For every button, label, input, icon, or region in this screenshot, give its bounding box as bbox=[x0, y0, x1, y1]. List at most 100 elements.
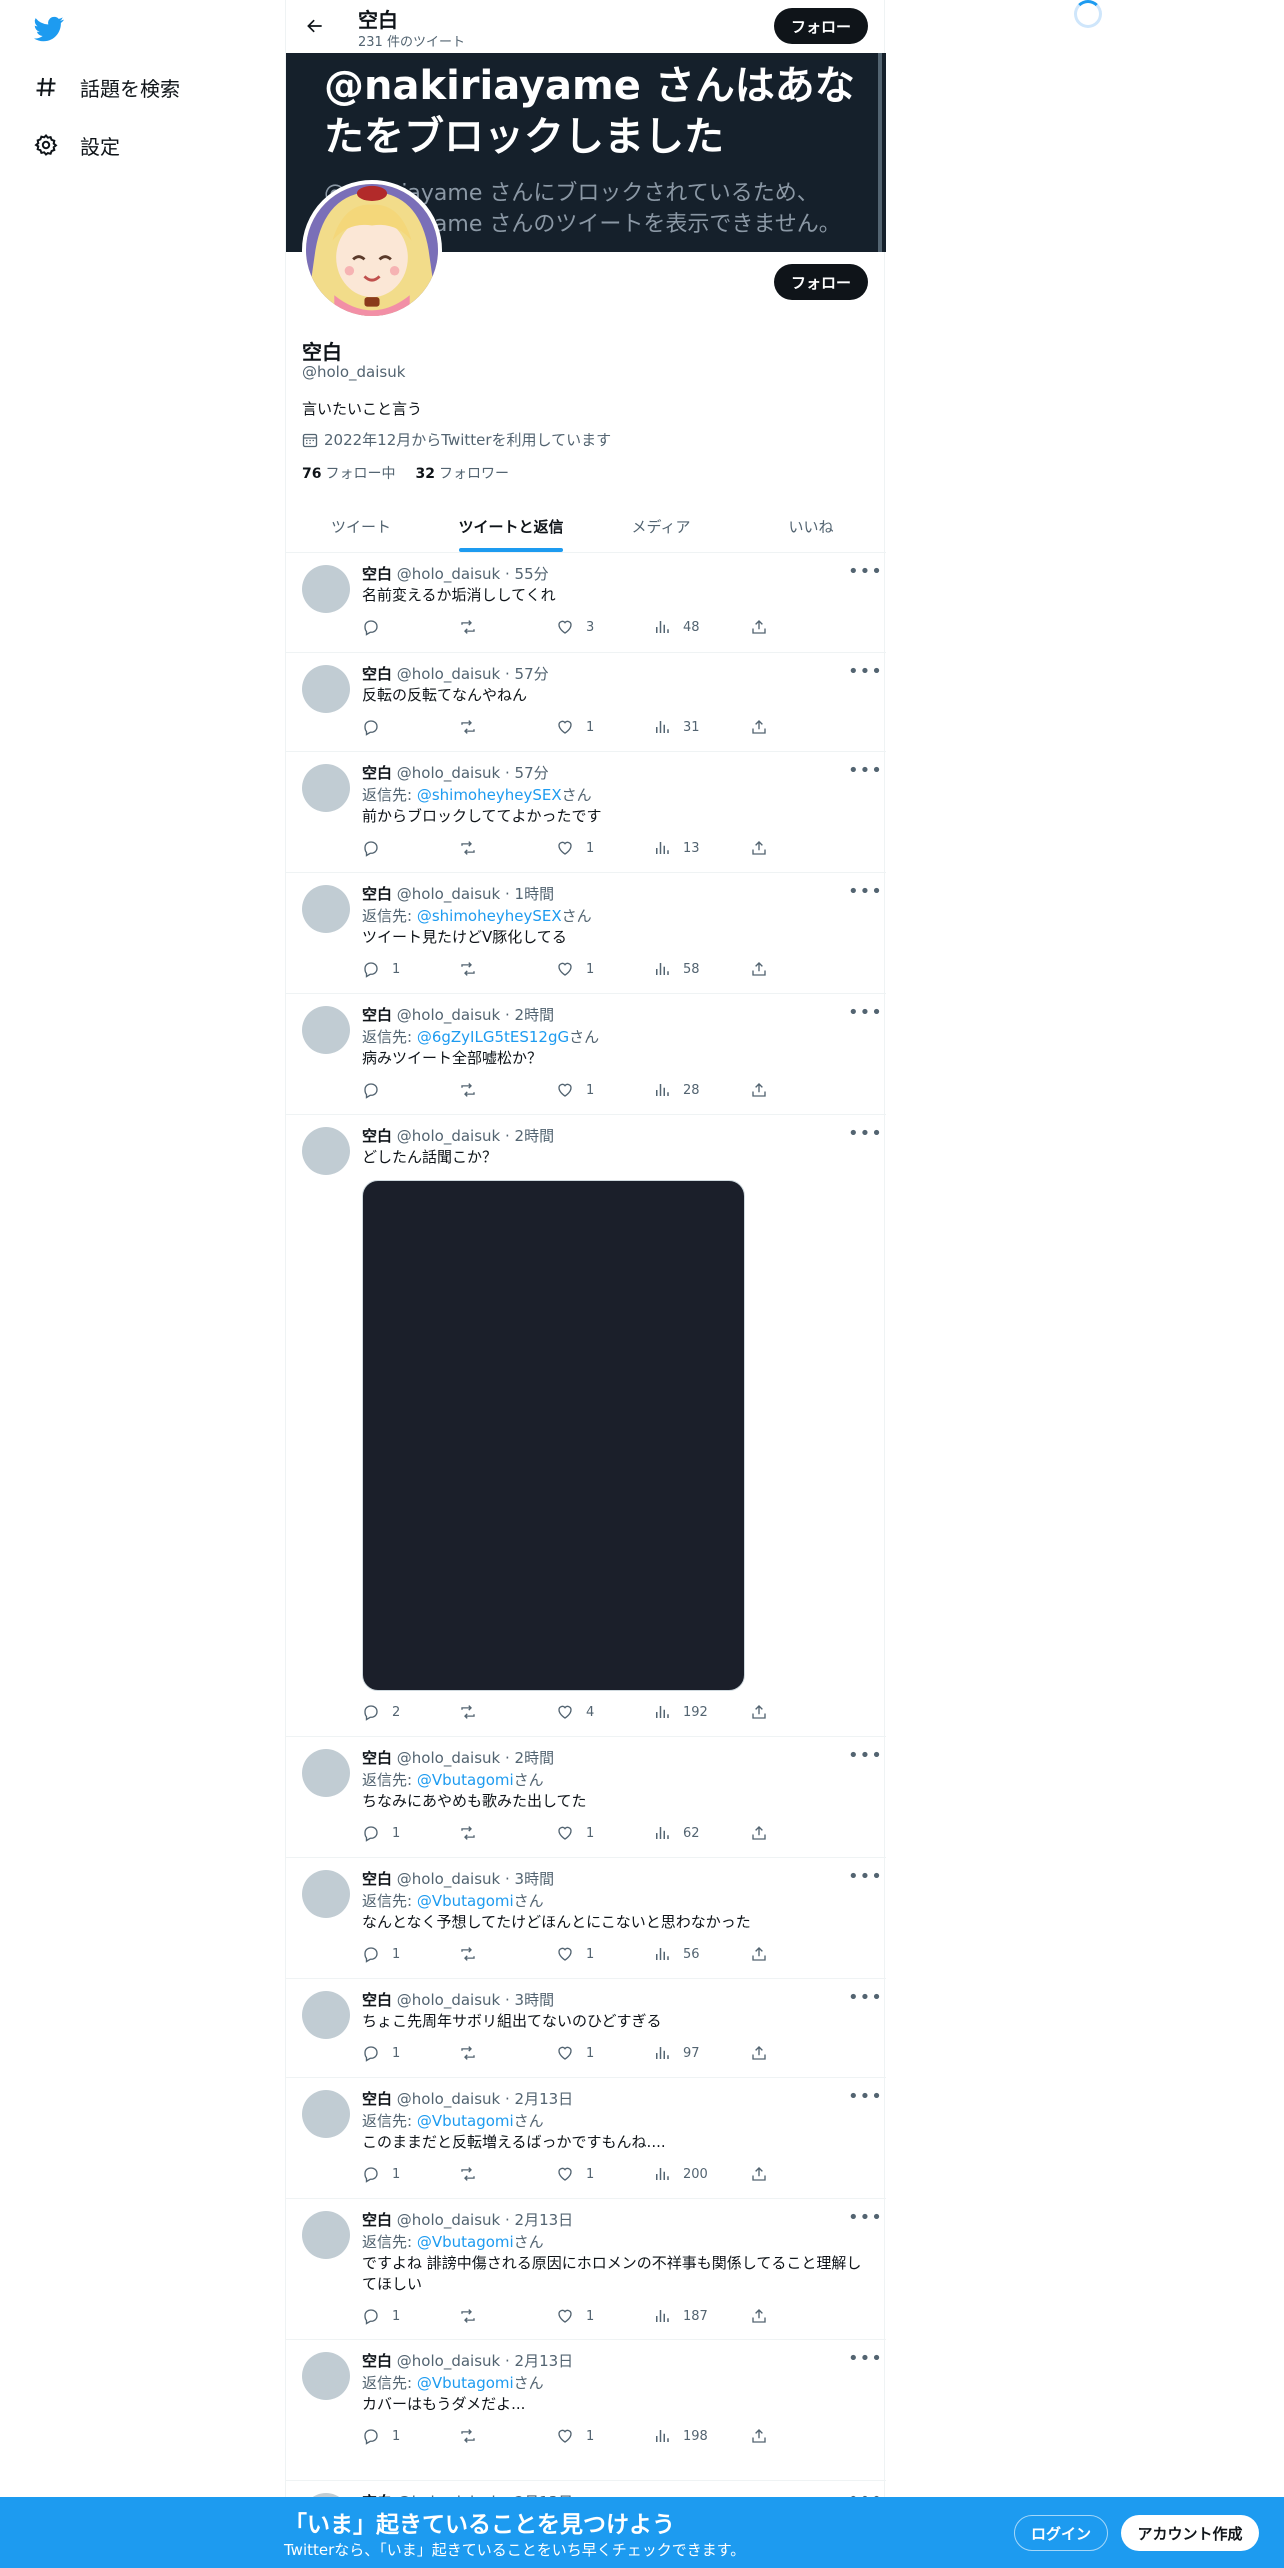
retweet-button[interactable] bbox=[459, 1081, 556, 1099]
tweet-avatar[interactable] bbox=[302, 2090, 350, 2138]
tweet-author-name[interactable]: 空白 bbox=[362, 1006, 392, 1024]
more-icon[interactable]: ••• bbox=[848, 2088, 882, 2110]
like-button[interactable]: 4 bbox=[556, 1703, 653, 1721]
retweet-button[interactable] bbox=[459, 1703, 556, 1721]
share-button[interactable] bbox=[750, 2427, 780, 2445]
more-icon[interactable]: ••• bbox=[848, 2350, 882, 2372]
tweet[interactable]: 空白 @holo_daisuk · 3時間 ••• 返信先: @Vbutagomiさ… bbox=[286, 1858, 886, 1979]
share-button[interactable] bbox=[750, 1703, 780, 1721]
following-link[interactable]: 76 フォロー中 bbox=[302, 463, 395, 483]
tweet-media[interactable] bbox=[362, 1180, 745, 1691]
reply-mention-link[interactable]: @Vbutagomi bbox=[417, 2112, 514, 2130]
reply-button[interactable] bbox=[362, 1081, 459, 1099]
tweet-author-name[interactable]: 空白 bbox=[362, 885, 392, 903]
share-button[interactable] bbox=[750, 2165, 780, 2183]
like-button[interactable]: 1 bbox=[556, 2165, 653, 2183]
like-button[interactable]: 1 bbox=[556, 2307, 653, 2325]
reply-button[interactable]: 1 bbox=[362, 1945, 459, 1963]
signup-button[interactable]: アカウント作成 bbox=[1121, 2515, 1259, 2551]
retweet-button[interactable] bbox=[459, 1824, 556, 1842]
tweet-avatar[interactable] bbox=[302, 1749, 350, 1797]
reply-mention-link[interactable]: @6gZyILG5tES12gG bbox=[417, 1028, 569, 1046]
tweet-avatar[interactable] bbox=[302, 2352, 350, 2400]
views-button[interactable]: 58 bbox=[653, 960, 750, 978]
profile-avatar[interactable] bbox=[302, 180, 442, 320]
reply-mention-link[interactable]: @Vbutagomi bbox=[417, 2233, 514, 2251]
nav-settings[interactable]: 設定 bbox=[32, 123, 120, 167]
login-button[interactable]: ログイン bbox=[1014, 2515, 1108, 2551]
retweet-button[interactable] bbox=[459, 960, 556, 978]
tweet[interactable]: 空白 @holo_daisuk · 2時間 ••• 返信先: @Vbutagomiさ… bbox=[286, 1737, 886, 1858]
retweet-button[interactable] bbox=[459, 2307, 556, 2325]
twitter-bird-icon[interactable] bbox=[32, 14, 66, 44]
share-button[interactable] bbox=[750, 718, 780, 736]
tweet-avatar[interactable] bbox=[302, 764, 350, 812]
reply-button[interactable]: 2 bbox=[362, 1703, 459, 1721]
reply-mention-link[interactable]: @Vbutagomi bbox=[417, 1771, 514, 1789]
views-button[interactable]: 198 bbox=[653, 2427, 750, 2445]
share-button[interactable] bbox=[750, 618, 780, 636]
tweet-author-name[interactable]: 空白 bbox=[362, 1870, 392, 1888]
views-button[interactable]: 28 bbox=[653, 1081, 750, 1099]
tweet-avatar[interactable] bbox=[302, 1006, 350, 1054]
tweet-author-name[interactable]: 空白 bbox=[362, 1127, 392, 1145]
like-button[interactable]: 1 bbox=[556, 718, 653, 736]
retweet-button[interactable] bbox=[459, 2427, 556, 2445]
tweet-avatar[interactable] bbox=[302, 1870, 350, 1918]
views-button[interactable]: 192 bbox=[653, 1703, 750, 1721]
like-button[interactable]: 1 bbox=[556, 960, 653, 978]
tweet-author-name[interactable]: 空白 bbox=[362, 2352, 392, 2370]
retweet-button[interactable] bbox=[459, 718, 556, 736]
share-button[interactable] bbox=[750, 2044, 780, 2062]
tweet-author-name[interactable]: 空白 bbox=[362, 665, 392, 683]
share-button[interactable] bbox=[750, 1945, 780, 1963]
tweet[interactable]: 空白 @holo_daisuk · 57分 ••• 反転の反転てなんやねん 1 31 bbox=[286, 653, 886, 752]
retweet-button[interactable] bbox=[459, 839, 556, 857]
share-button[interactable] bbox=[750, 2307, 780, 2325]
tab-media[interactable]: メディア bbox=[586, 500, 736, 552]
more-icon[interactable]: ••• bbox=[848, 883, 882, 905]
like-button[interactable]: 1 bbox=[556, 839, 653, 857]
tweet-avatar[interactable] bbox=[302, 2211, 350, 2259]
more-icon[interactable]: ••• bbox=[848, 1004, 882, 1026]
views-button[interactable]: 187 bbox=[653, 2307, 750, 2325]
tweet[interactable]: 空白 @holo_daisuk · 55分 ••• 名前変えるか垢消ししてくれ 3 48 bbox=[286, 553, 886, 653]
tweet[interactable]: 空白 @holo_daisuk · 57分 ••• 返信先: @shimoheyhe… bbox=[286, 752, 886, 873]
more-icon[interactable]: ••• bbox=[848, 1868, 882, 1890]
retweet-button[interactable] bbox=[459, 618, 556, 636]
tab-tweets-and-replies[interactable]: ツイートと返信 bbox=[436, 500, 586, 552]
tweet[interactable]: 空白 @holo_daisuk · 2月13日 ••• 返信先: @Vbutagom… bbox=[286, 2199, 886, 2340]
reply-mention-link[interactable]: @Vbutagomi bbox=[417, 2374, 514, 2392]
more-icon[interactable]: ••• bbox=[848, 1125, 882, 1147]
arrow-left-icon[interactable] bbox=[300, 11, 330, 41]
more-icon[interactable]: ••• bbox=[848, 2209, 882, 2231]
share-button[interactable] bbox=[750, 1824, 780, 1842]
nav-explore[interactable]: 話題を検索 bbox=[32, 65, 180, 109]
share-button[interactable] bbox=[750, 839, 780, 857]
profile-follow-button[interactable]: フォロー bbox=[774, 264, 868, 300]
views-button[interactable]: 56 bbox=[653, 1945, 750, 1963]
reply-button[interactable]: 1 bbox=[362, 2165, 459, 2183]
views-button[interactable]: 97 bbox=[653, 2044, 750, 2062]
tweet-author-name[interactable]: 空白 bbox=[362, 764, 392, 782]
reply-button[interactable] bbox=[362, 718, 459, 736]
like-button[interactable]: 3 bbox=[556, 618, 653, 636]
views-button[interactable]: 200 bbox=[653, 2165, 750, 2183]
header-follow-button[interactable]: フォロー bbox=[774, 8, 868, 44]
tweet[interactable]: 空白 @holo_daisuk · 2月13日 ••• 返信先: @Vbutagom… bbox=[286, 2340, 886, 2481]
more-icon[interactable]: ••• bbox=[848, 762, 882, 784]
share-button[interactable] bbox=[750, 960, 780, 978]
tab-tweets[interactable]: ツイート bbox=[286, 500, 436, 552]
tweet[interactable]: 空白 @holo_daisuk · 1時間 ••• 返信先: @shimoheyhe… bbox=[286, 873, 886, 994]
like-button[interactable]: 1 bbox=[556, 1945, 653, 1963]
tweet[interactable]: 空白 @holo_daisuk · 2時間 ••• どしたん話聞こか？ 2 4 192 bbox=[286, 1115, 886, 1737]
tweet-author-name[interactable]: 空白 bbox=[362, 2090, 392, 2108]
tweet-author-name[interactable]: 空白 bbox=[362, 1991, 392, 2009]
more-icon[interactable]: ••• bbox=[848, 563, 882, 585]
views-button[interactable]: 48 bbox=[653, 618, 750, 636]
reply-button[interactable] bbox=[362, 839, 459, 857]
retweet-button[interactable] bbox=[459, 1945, 556, 1963]
views-button[interactable]: 13 bbox=[653, 839, 750, 857]
retweet-button[interactable] bbox=[459, 2165, 556, 2183]
reply-button[interactable]: 1 bbox=[362, 1824, 459, 1842]
